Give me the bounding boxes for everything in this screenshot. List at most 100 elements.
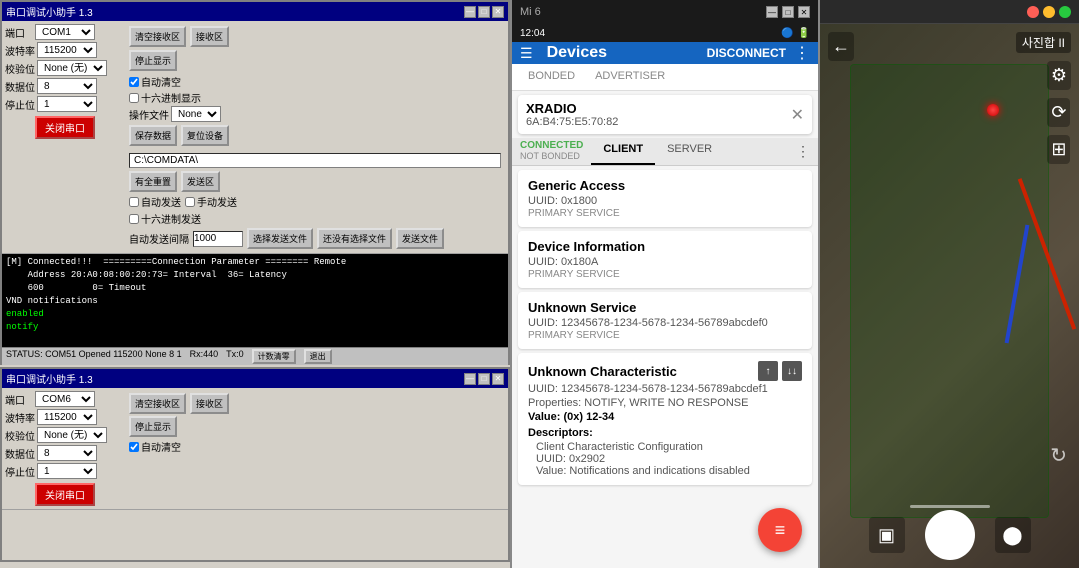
bottom-maximize-button[interactable]: □ [478,373,490,385]
status-bar: STATUS: COM51 Opened 115200 None 8 1 Rx:… [2,347,508,365]
bottom-stop-select[interactable]: 1 [37,463,97,479]
hex-send-label: 十六进制发送 [141,211,201,226]
camera-minimize-button[interactable] [1043,6,1055,18]
camera-window-buttons [1027,6,1071,18]
bottom-data-row: 数据位 8 [5,445,125,461]
device-close-icon[interactable]: ✕ [791,105,804,125]
serial-right-area: 清空接收区 接收区 停止显示 自动清空 十六进制显示 [125,24,505,250]
maximize-button[interactable]: □ [478,6,490,18]
close-serial-button[interactable]: 关闭串口 [35,116,95,139]
bottom-close-serial-button[interactable]: 关闭串口 [35,483,95,506]
titlebar-buttons: — □ ✕ [464,6,504,18]
char-download-button[interactable]: ↓↓ [782,361,802,381]
port-row: 端口 COM1 [5,24,125,40]
bottom-recv-button[interactable]: 接收区 [190,393,229,414]
camera-flip-button[interactable]: ⟳ [1047,98,1070,127]
serial-top-titlebar: 串口调试小助手 1.3 — □ ✕ [2,2,508,21]
manual-send-checkbox[interactable] [185,197,195,207]
auto-send-checkbox[interactable] [129,197,139,207]
tab-server[interactable]: SERVER [655,138,724,165]
bottom-close-button[interactable]: ✕ [492,373,504,385]
close-button[interactable]: ✕ [492,6,504,18]
file-row: 操作文件 None [129,106,501,122]
hex-display-label: 十六进制显示 [141,90,201,105]
camera-grid-button[interactable]: ⊞ [1047,135,1070,164]
tab-client[interactable]: CLIENT [591,138,655,165]
bottom-clear-recv-button[interactable]: 清空接收区 [129,393,186,414]
auto-send-row: 自动发送 [129,194,181,209]
camera-video-button[interactable]: ⬤ [995,517,1031,553]
bottom-auto-clear-checkbox[interactable] [129,442,139,452]
hex-display-row: 十六进制显示 [129,90,501,105]
minimize-button[interactable]: — [464,6,476,18]
char-value: Value: (0x) 12-34 [528,411,802,423]
bottom-minimize-button[interactable]: — [464,373,476,385]
char-upload-button[interactable]: ↑ [758,361,778,381]
rotation-icon[interactable]: ↻ [1050,443,1067,468]
tab-more[interactable]: ⋮ [788,138,818,165]
file-select[interactable]: None [171,106,221,122]
stop-select[interactable]: 1 [37,96,97,112]
clear-recv-button[interactable]: 清空接收区 [129,26,186,47]
clear-count-button[interactable]: 计数清零 [252,349,296,364]
capture-button[interactable] [925,510,975,560]
hamburger-icon[interactable]: ☰ [520,45,533,62]
bottom-port-select[interactable]: COM6 [35,391,95,407]
data-row: 数据位 8 [5,78,125,94]
send-area-button[interactable]: 发送区 [181,171,220,192]
serial-controls-area: 端口 COM1 波特率 115200 校验位 None (无) [2,21,508,254]
refresh-button[interactable]: 有全重置 [129,171,177,192]
android-maximize-button[interactable]: □ [782,6,794,18]
parity-select[interactable]: None (无) [37,60,107,76]
tab-advertiser[interactable]: ADVERTISER [585,64,675,90]
hex-display-checkbox[interactable] [129,93,139,103]
auto-clear-label: 自动清空 [141,74,181,89]
camera-settings-button[interactable]: ⚙ [1047,61,1071,90]
android-close-button[interactable]: ✕ [798,6,810,18]
bottom-port-label: 端口 [5,392,33,407]
serial-bottom-titlebar: 串口调试小助手 1.3 — □ ✕ [2,369,508,388]
camera-back-button[interactable]: ← [828,32,854,61]
file-label: 操作文件 [129,107,169,122]
camera-maximize-button[interactable] [1059,6,1071,18]
bottom-baud-row: 波特率 115200 [5,409,125,425]
char-icons: ↑ ↓↓ [758,361,802,381]
app-toolbar: ☰ Devices DISCONNECT ⋮ [512,42,818,64]
bottom-baud-select[interactable]: 115200 [37,409,97,425]
led-indicator [987,104,999,116]
interval-input[interactable] [193,231,243,247]
baud-select[interactable]: 115200 [37,42,97,58]
path-input[interactable] [129,153,501,168]
tab-bonded[interactable]: BONDED [518,64,585,90]
android-window-title: Mi 6 [520,6,541,18]
manual-send-label: 手动发送 [197,194,237,209]
android-minimize-button[interactable]: — [766,6,778,18]
hex-send-checkbox[interactable] [129,214,139,224]
disconnect-button[interactable]: DISCONNECT [707,46,786,60]
camera-close-button[interactable] [1027,6,1039,18]
port-select[interactable]: COM1 [35,24,95,40]
tab-connected[interactable]: CONNECTED NOT BONDED [512,138,591,165]
android-status-bar: 12:04 🔵 🔋 [512,24,818,42]
camera-gallery-button[interactable]: ▣ [869,517,905,553]
reset-device-button[interactable]: 复位设备 [181,125,229,146]
camera-view: ← 사진합 II ⚙ ⟳ ⊞ ▣ ⬤ ↻ [820,24,1079,568]
bottom-parity-select[interactable]: None (无) [37,427,107,443]
recv-button[interactable]: 接收区 [190,26,229,47]
bluetooth-icon: 🔵 [781,28,793,39]
send-file-button[interactable]: 发送文件 [396,228,444,249]
bottom-data-select[interactable]: 8 [37,445,97,461]
fab-button[interactable]: ≡ [758,508,802,552]
auto-clear-checkbox[interactable] [129,77,139,87]
stop-label: 停止位 [5,97,35,112]
bottom-auto-clear-label: 自动清空 [141,439,181,454]
bottom-pause-button[interactable]: 停止显示 [129,416,177,437]
camera-progress [910,505,990,508]
no-file-button[interactable]: 还没有选择文件 [317,228,392,249]
pause-button[interactable]: 停止显示 [129,50,177,71]
more-icon[interactable]: ⋮ [794,43,810,63]
select-file-button[interactable]: 选择发送文件 [247,228,313,249]
data-select[interactable]: 8 [37,78,97,94]
save-data-button[interactable]: 保存数据 [129,125,177,146]
exit-button[interactable]: 退出 [304,349,332,364]
